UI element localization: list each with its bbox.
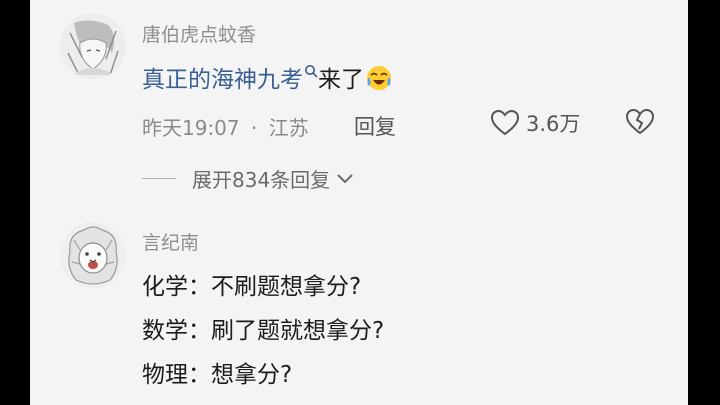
reply-button[interactable]: 回复 <box>354 111 396 141</box>
comment-line: 数学：刷了题就想拿分? <box>142 318 385 344</box>
like-count: 3.6万 <box>526 112 581 136</box>
comment-item: 唐伯虎点蚊香 真正的海神九考 来了 昨天19:07 · 江苏 回复 3.6万 展开… <box>30 0 688 200</box>
comment-item: 言纪南 化学：不刷题想拿分? 数学：刷了题就想拿分? 物理：想拿分? <box>30 200 688 405</box>
broken-heart-icon <box>625 108 655 135</box>
expand-replies-button[interactable]: 展开834条回复 <box>142 164 354 193</box>
comment-text-rest: 来了 <box>318 67 364 93</box>
comment-text: 真正的海神九考 来了 <box>142 60 392 94</box>
heart-icon <box>490 109 520 136</box>
location: 江苏 <box>268 116 309 140</box>
like-button[interactable]: 3.6万 <box>490 108 580 138</box>
avatar-sketch-icon <box>60 13 126 79</box>
search-icon[interactable] <box>304 64 318 78</box>
username[interactable]: 言纪南 <box>142 228 199 255</box>
timestamp: 昨天19:07 <box>142 116 240 140</box>
username[interactable]: 唐伯虎点蚊香 <box>142 20 256 47</box>
comment-line: 物理：想拿分? <box>142 362 293 388</box>
divider-dash <box>142 177 176 180</box>
dislike-button[interactable] <box>625 108 655 140</box>
chevron-down-icon <box>337 173 353 183</box>
laughing-crying-emoji-icon <box>367 66 391 90</box>
expand-replies-label: 展开834条回复 <box>192 168 331 192</box>
search-link[interactable]: 真正的海神九考 <box>142 67 303 93</box>
comment-line: 化学：不刷题想拿分? <box>142 274 362 300</box>
comment-list: 唐伯虎点蚊香 真正的海神九考 来了 昨天19:07 · 江苏 回复 3.6万 展开… <box>30 0 688 405</box>
meta-separator: · <box>251 116 258 140</box>
comment-meta: 昨天19:07 · 江苏 <box>142 112 309 141</box>
avatar[interactable] <box>60 13 126 79</box>
avatar[interactable] <box>60 222 126 288</box>
avatar-lion-icon <box>60 222 126 288</box>
